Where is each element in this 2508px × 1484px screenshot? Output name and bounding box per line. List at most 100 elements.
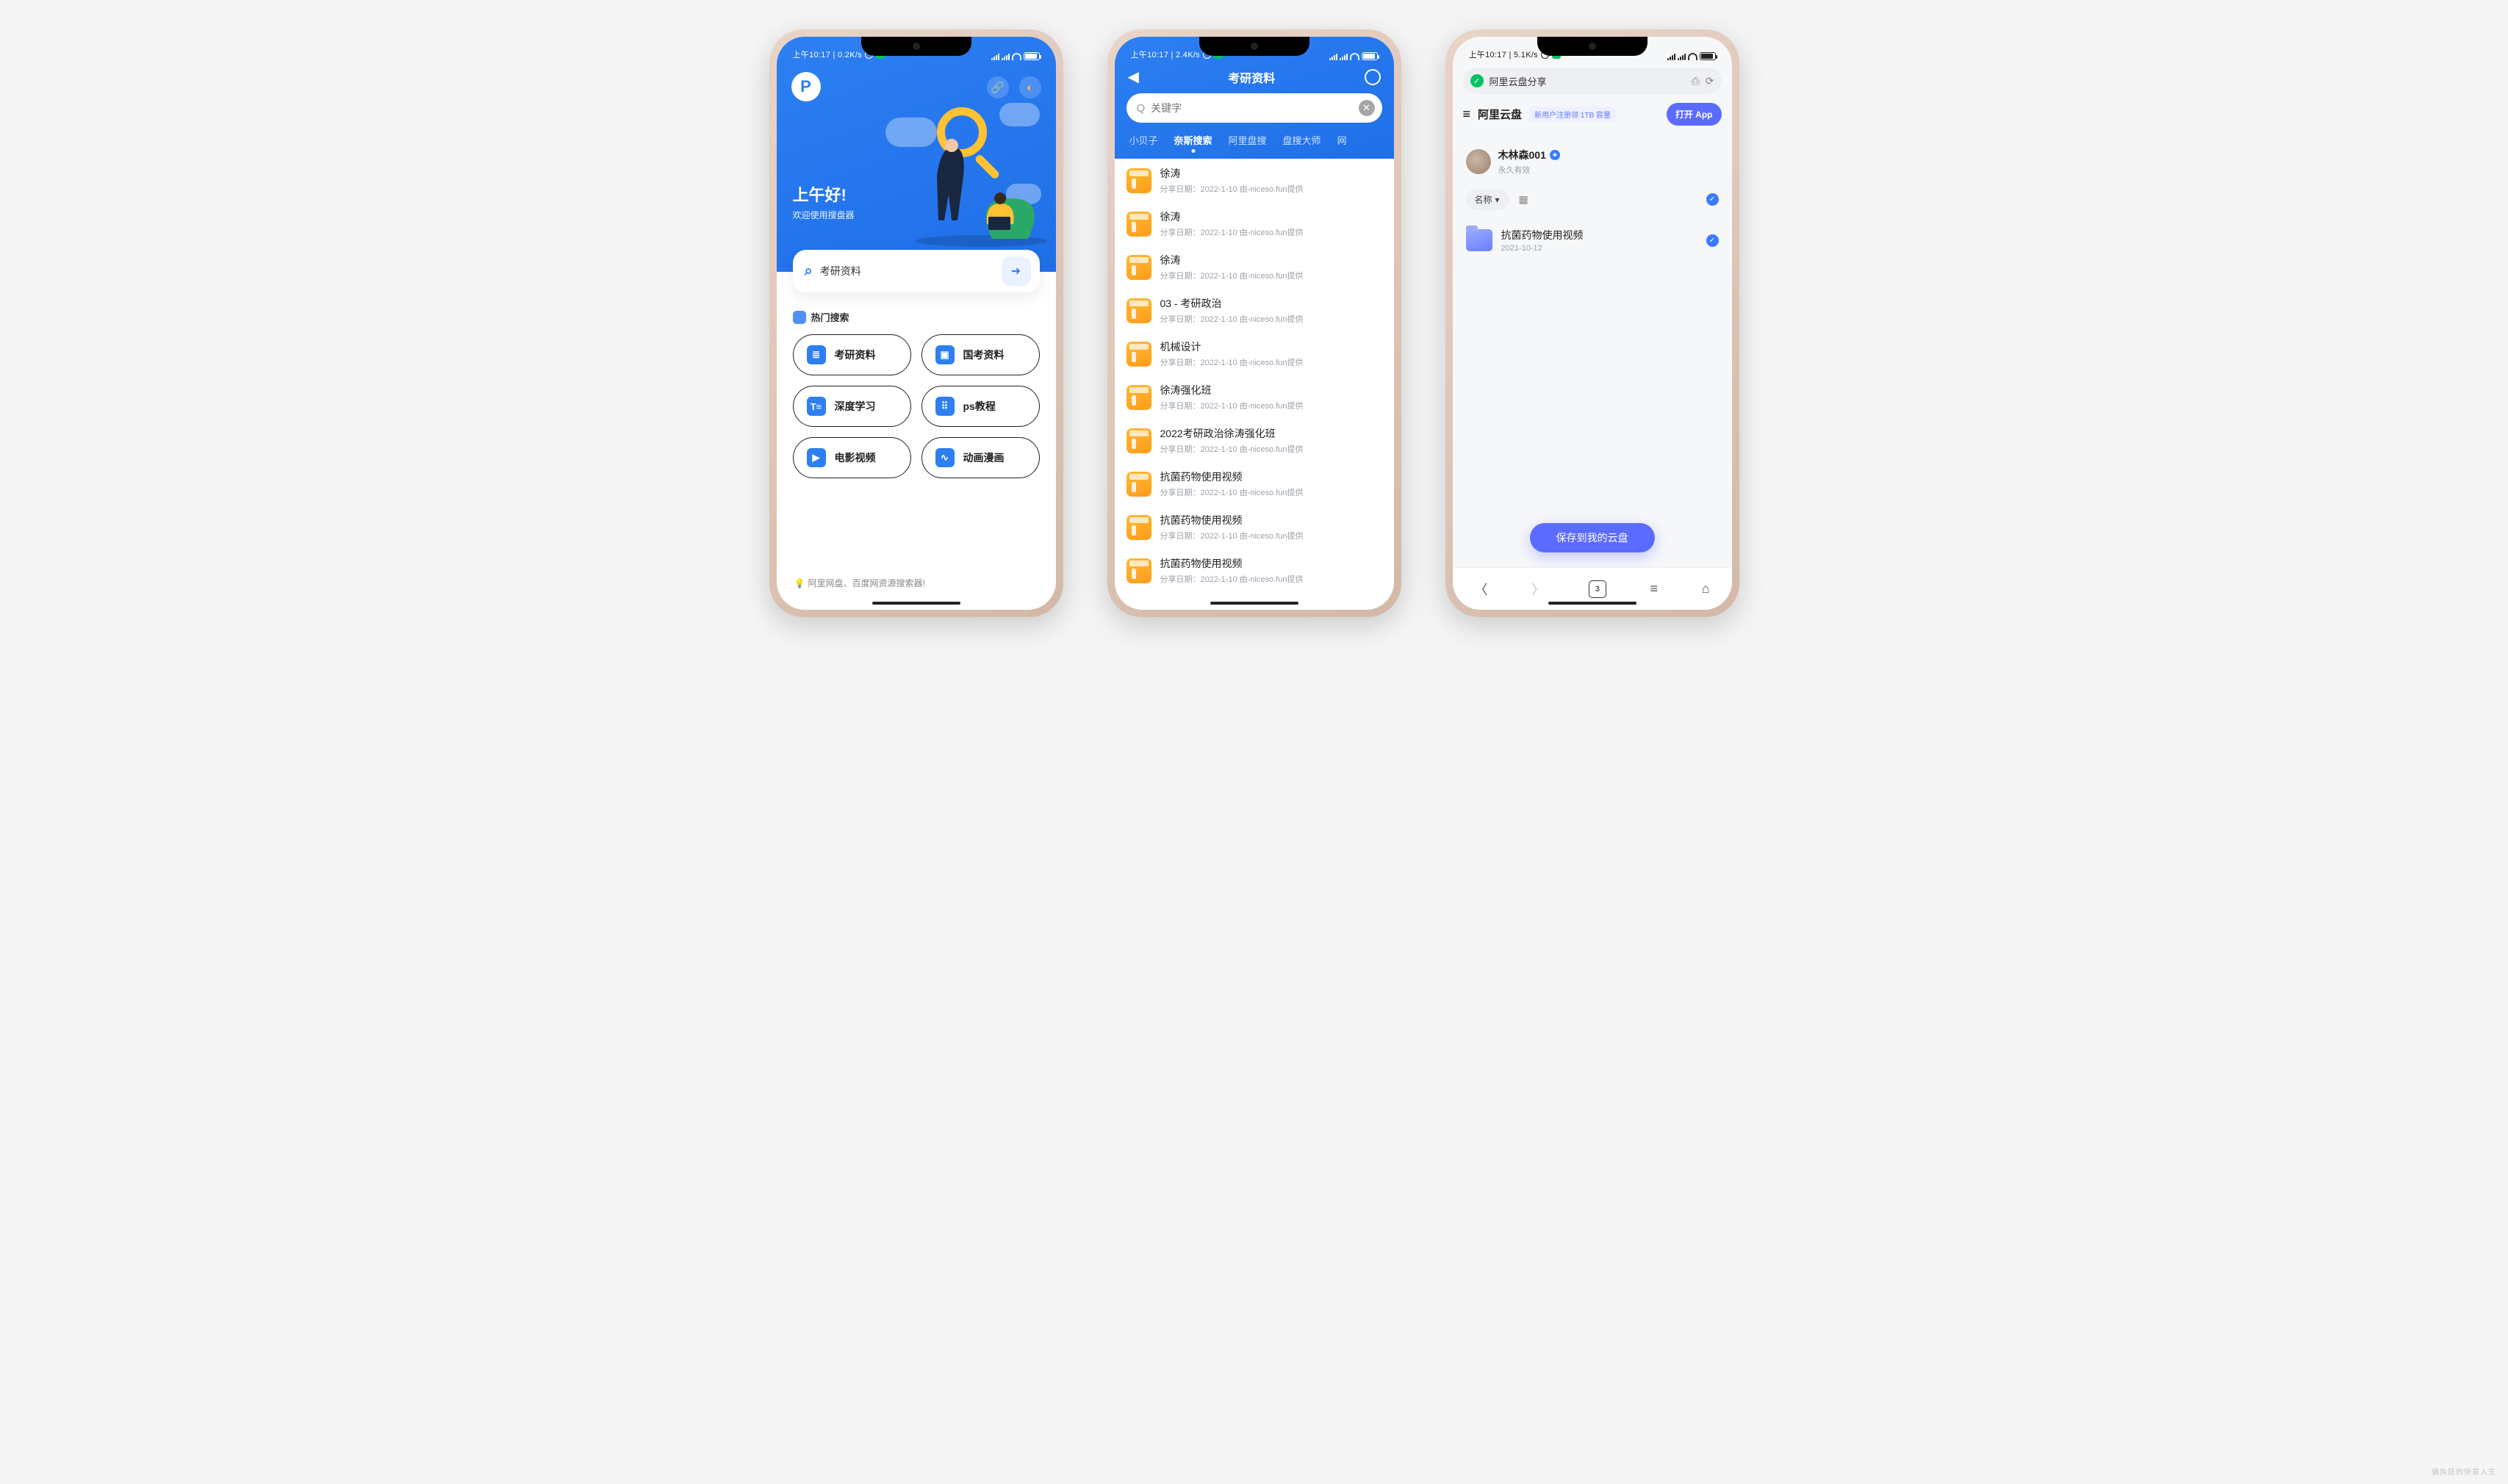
chip-ps[interactable]: ⠿ps教程 (921, 386, 1040, 427)
zip-file-icon (1127, 558, 1151, 583)
result-name: 徐涛强化班 (1160, 383, 1382, 397)
keyboard-icon: ⠿ (935, 397, 955, 416)
phone-frame-3: 上午10:17 | 5.1K/s ✓ 阿里云盘分享 ⎙ ⟳ ≡ 阿里云盘 新用户… (1445, 29, 1739, 617)
people-illustration (885, 103, 1047, 250)
file-row[interactable]: 抗菌药物使用视频 2021-10-12 ✓ (1466, 228, 1719, 253)
tab-pansoudashi[interactable]: 盘搜大师 (1283, 133, 1321, 151)
search-bar[interactable]: ⌕ ➜ (793, 250, 1040, 292)
open-app-button[interactable]: 打开 App (1667, 103, 1722, 126)
result-meta: 分享日期：2022-1-10 由-niceso.fun提供 (1160, 356, 1382, 368)
signal-icon (991, 53, 999, 60)
brand-name: 阿里云盘 (1478, 107, 1522, 122)
source-tabs: 小贝子 奈斯搜索 阿里盘搜 盘搜大师 网 (1115, 130, 1394, 159)
home-indicator (1210, 602, 1298, 605)
result-name: 03 - 考研政治 (1160, 296, 1382, 311)
result-row[interactable]: 徐涛分享日期：2022-1-10 由-niceso.fun提供 (1115, 202, 1394, 245)
zip-file-icon (1127, 255, 1151, 280)
chip-deeplearn[interactable]: T≡深度学习 (793, 386, 911, 427)
result-row[interactable]: 2022考研政治徐涛强化班分享日期：2022-1-10 由-niceso.fun… (1115, 419, 1394, 462)
tab-more[interactable]: 网 (1337, 133, 1347, 151)
save-to-drive-button[interactable]: 保存到我的云盘 (1530, 523, 1655, 552)
result-meta: 分享日期：2022-1-10 由-niceso.fun提供 (1160, 530, 1382, 541)
nav-home-icon[interactable]: ⌂ (1702, 581, 1710, 597)
status-time: 上午10:17 | 2.4K/s (1131, 48, 1200, 60)
result-meta: 分享日期：2022-1-10 由-niceso.fun提供 (1160, 270, 1382, 281)
chip-movie[interactable]: ▶电影视频 (793, 437, 911, 478)
result-meta: 分享日期：2022-1-10 由-niceso.fun提供 (1160, 400, 1382, 411)
greeting-title: 上午好! (793, 182, 855, 206)
select-all-check[interactable]: ✓ (1706, 193, 1719, 206)
back-button[interactable]: ◀ (1128, 68, 1139, 86)
search-bar[interactable]: Q ✕ (1127, 93, 1382, 123)
result-row[interactable]: 徐涛强化班分享日期：2022-1-10 由-niceso.fun提供 (1115, 375, 1394, 419)
result-name: 2022考研政治徐涛强化班 (1160, 426, 1382, 441)
zip-file-icon (1127, 515, 1151, 540)
watermark: 偏执狂的快意人生 (2432, 1466, 2496, 1477)
result-row[interactable]: 03 - 考研政治分享日期：2022-1-10 由-niceso.fun提供 (1115, 289, 1394, 332)
greeting-subtitle: 欢迎使用搜盘器 (793, 209, 855, 221)
result-row[interactable]: 徐涛分享日期：2022-1-10 由-niceso.fun提供 (1115, 159, 1394, 202)
expire-label: 永久有效 (1498, 164, 1560, 176)
notch (861, 37, 971, 56)
search-go-button[interactable]: ➜ (1002, 256, 1031, 286)
zip-file-icon (1127, 212, 1151, 237)
list-toolbar: 名称▾ ▦ ✓ (1466, 189, 1719, 210)
status-time: 上午10:17 | 5.1K/s (1469, 48, 1538, 60)
tab-xiaobeizi[interactable]: 小贝子 (1129, 133, 1158, 151)
wifi-icon (1012, 53, 1021, 60)
result-row[interactable]: 抗菌药物使用视频分享日期：2022-1-10 由-niceso.fun提供 (1115, 462, 1394, 505)
tab-alipansou[interactable]: 阿里盘搜 (1229, 133, 1267, 151)
result-row[interactable]: 机械设计分享日期：2022-1-10 由-niceso.fun提供 (1115, 332, 1394, 375)
bookmark-icon[interactable]: ⎙ (1692, 75, 1700, 87)
search-input[interactable] (820, 265, 1002, 277)
history-icon[interactable] (1365, 69, 1381, 85)
result-name: 抗菌药物使用视频 (1160, 469, 1382, 484)
app-banner: ≡ 阿里云盘 新用户注册领 1TB 容量 打开 App (1463, 103, 1722, 126)
result-row[interactable]: 徐涛分享日期：2022-1-10 由-niceso.fun提供 (1115, 245, 1394, 289)
file-date: 2021-10-12 (1501, 244, 1697, 253)
nav-back-icon[interactable]: 〈 (1474, 580, 1487, 599)
history-icon[interactable]: ◐ (1019, 76, 1041, 98)
hot-search-section: 热门搜索 ≣考研资料 ▣国考资料 T≡深度学习 ⠿ps教程 ▶电影视频 ∿动画漫… (793, 310, 1040, 478)
zip-file-icon (1127, 168, 1151, 193)
anime-icon: ∿ (935, 448, 955, 467)
nav-forward-icon[interactable]: 〉 (1531, 580, 1545, 599)
vip-badge-icon: ✦ (1550, 150, 1560, 160)
chip-guokao[interactable]: ▣国考资料 (921, 334, 1040, 375)
phone-frame-2: 上午10:17 | 2.4K/s ◀ 考研资料 Q ✕ (1107, 29, 1401, 617)
result-row[interactable]: 抗菌药物使用视频分享日期：2022-1-10 由-niceso.fun提供 (1115, 505, 1394, 549)
zip-file-icon (1127, 298, 1151, 323)
notch (1199, 37, 1309, 56)
user-name: 木林森001 (1498, 148, 1546, 162)
browser-url-bar[interactable]: ✓ 阿里云盘分享 ⎙ ⟳ (1463, 68, 1722, 94)
share-icon[interactable]: 🔗 (987, 76, 1009, 98)
hot-badge-icon (793, 311, 806, 324)
hero-section: 上午10:17 | 0.2K/s P 🔗 ◐ (777, 37, 1056, 272)
status-time: 上午10:17 | 0.2K/s (793, 48, 862, 60)
clear-icon[interactable]: ✕ (1359, 100, 1375, 116)
video-icon: ▶ (807, 448, 826, 467)
refresh-icon[interactable]: ⟳ (1706, 75, 1714, 87)
search-icon: Q (1137, 102, 1146, 115)
tab-naisi[interactable]: 奈斯搜索 (1174, 133, 1212, 151)
results-list[interactable]: 徐涛分享日期：2022-1-10 由-niceso.fun提供徐涛分享日期：20… (1115, 159, 1394, 610)
screen-2: 上午10:17 | 2.4K/s ◀ 考研资料 Q ✕ (1115, 37, 1394, 610)
file-check[interactable]: ✓ (1706, 234, 1719, 247)
chip-kaoyan[interactable]: ≣考研资料 (793, 334, 911, 375)
sort-button[interactable]: 名称▾ (1466, 189, 1509, 210)
nav-menu-icon[interactable]: ≡ (1650, 581, 1659, 597)
page-title: 考研资料 (1228, 68, 1275, 86)
share-owner: 木林森001 ✦ 永久有效 (1466, 148, 1719, 176)
chip-anime[interactable]: ∿动画漫画 (921, 437, 1040, 478)
phone-frame-1: 上午10:17 | 0.2K/s P 🔗 ◐ (769, 29, 1063, 617)
nav-tabs-button[interactable]: 3 (1589, 580, 1606, 598)
notch (1537, 37, 1648, 56)
result-row[interactable]: 抗菌药物使用视频分享日期：2022-1-10 由-niceso.fun提供 (1115, 549, 1394, 592)
search-input[interactable] (1151, 102, 1352, 114)
menu-icon[interactable]: ≡ (1463, 107, 1471, 122)
signal-icon (1329, 53, 1337, 60)
zip-file-icon (1127, 428, 1151, 453)
result-name: 徐涛 (1160, 253, 1382, 267)
app-logo[interactable]: P (791, 72, 821, 101)
grid-view-icon[interactable]: ▦ (1519, 193, 1528, 206)
